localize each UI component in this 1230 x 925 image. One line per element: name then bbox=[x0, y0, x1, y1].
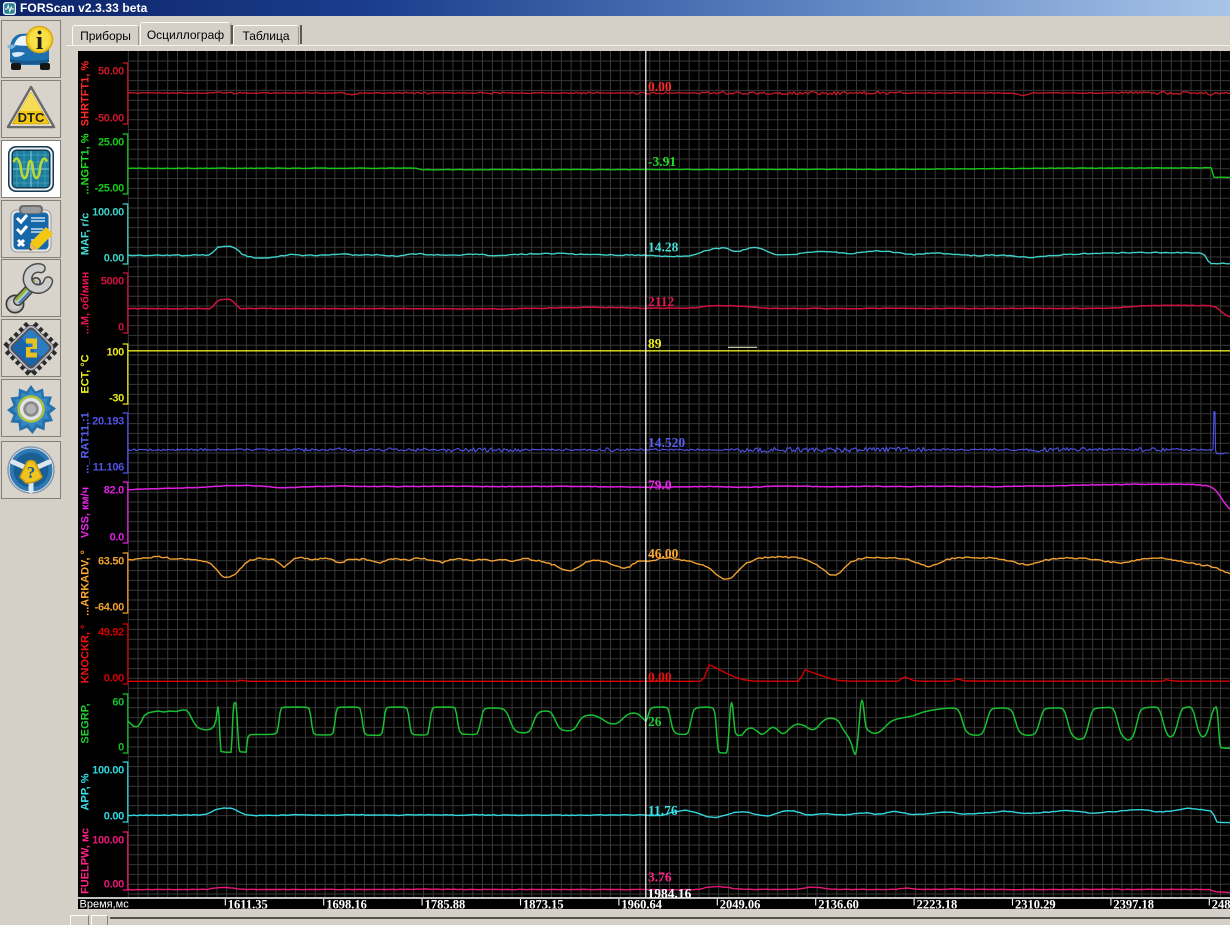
svg-text:MAF, г/с: MAF, г/с bbox=[80, 213, 92, 255]
svg-text:11.76: 11.76 bbox=[648, 803, 678, 818]
svg-text:Время,мс: Время,мс bbox=[80, 899, 130, 910]
svg-text:25.00: 25.00 bbox=[98, 137, 124, 149]
svg-text:3.76: 3.76 bbox=[648, 870, 672, 885]
svg-text:0.00: 0.00 bbox=[104, 673, 124, 685]
svg-text:0.00: 0.00 bbox=[104, 253, 124, 265]
svg-text:2112: 2112 bbox=[648, 294, 675, 309]
svg-text:-30: -30 bbox=[109, 393, 124, 405]
svg-text:1611.35: 1611.35 bbox=[228, 898, 268, 910]
svg-text:2310.29: 2310.29 bbox=[1015, 898, 1056, 910]
svg-text:60: 60 bbox=[112, 697, 124, 709]
svg-text:49.92: 49.92 bbox=[98, 627, 124, 639]
svg-text:5000: 5000 bbox=[101, 276, 124, 288]
svg-text:0: 0 bbox=[118, 742, 124, 754]
svg-text:0.00: 0.00 bbox=[648, 79, 672, 94]
svg-text:SEGRP,: SEGRP, bbox=[80, 703, 92, 743]
svg-text:...М, об/мин: ...М, об/мин bbox=[80, 272, 92, 335]
svg-text:0.00: 0.00 bbox=[104, 811, 124, 823]
svg-text:-50.00: -50.00 bbox=[95, 113, 125, 125]
svg-text:100.00: 100.00 bbox=[92, 765, 124, 777]
svg-text:?: ? bbox=[27, 463, 36, 482]
svg-text:2223.18: 2223.18 bbox=[917, 898, 958, 910]
svg-text:100: 100 bbox=[107, 347, 125, 359]
svg-text:FUELPW, мс: FUELPW, мс bbox=[80, 828, 92, 894]
svg-text:11.106: 11.106 bbox=[93, 462, 124, 474]
svg-text:2049.06: 2049.06 bbox=[720, 898, 761, 910]
svg-text:i: i bbox=[36, 26, 43, 55]
svg-text:-25.00: -25.00 bbox=[95, 183, 125, 195]
svg-text:1873.15: 1873.15 bbox=[523, 898, 564, 910]
svg-text:100.00: 100.00 bbox=[92, 835, 124, 847]
svg-text:0.00: 0.00 bbox=[648, 670, 672, 685]
svg-text:...ARKADV, °: ...ARKADV, ° bbox=[80, 550, 92, 616]
svg-text:APP, %: APP, % bbox=[80, 773, 92, 810]
svg-text:ECT, °С: ECT, °С bbox=[80, 354, 92, 393]
svg-text:1698.16: 1698.16 bbox=[326, 898, 367, 910]
svg-text:1960.64: 1960.64 bbox=[621, 898, 662, 910]
svg-text:2484.25: 2484.25 bbox=[1212, 898, 1230, 910]
svg-text:14.28: 14.28 bbox=[648, 240, 679, 255]
svg-text:2136.60: 2136.60 bbox=[818, 898, 859, 910]
svg-text:VSS, км/ч: VSS, км/ч bbox=[80, 487, 92, 538]
svg-text:26: 26 bbox=[648, 714, 662, 729]
svg-text:-3.91: -3.91 bbox=[648, 154, 676, 169]
svg-text:100.00: 100.00 bbox=[92, 207, 124, 219]
svg-text:20.193: 20.193 bbox=[92, 416, 124, 428]
svg-text:89: 89 bbox=[648, 336, 662, 351]
svg-text:79.0: 79.0 bbox=[648, 478, 672, 493]
svg-text:SHRTFT1, %: SHRTFT1, % bbox=[80, 61, 92, 127]
svg-text:0: 0 bbox=[118, 322, 124, 334]
svg-text:63.50: 63.50 bbox=[98, 556, 124, 568]
svg-text:14.520: 14.520 bbox=[648, 435, 685, 450]
svg-text:DTC: DTC bbox=[18, 110, 45, 125]
svg-text:..._RAT11,:1: ..._RAT11,:1 bbox=[80, 412, 92, 474]
svg-text:...NGFT1, %: ...NGFT1, % bbox=[80, 133, 92, 194]
svg-text:46.00: 46.00 bbox=[648, 546, 679, 561]
svg-text:1785.88: 1785.88 bbox=[425, 898, 466, 910]
svg-text:82.0: 82.0 bbox=[104, 485, 124, 497]
svg-text:2397.18: 2397.18 bbox=[1113, 898, 1154, 910]
svg-text:50.00: 50.00 bbox=[98, 66, 124, 78]
svg-text:KNOCKR, °: KNOCKR, ° bbox=[80, 625, 92, 684]
svg-text:-64.00: -64.00 bbox=[95, 602, 125, 614]
svg-text:0.0: 0.0 bbox=[110, 532, 125, 544]
svg-text:0.00: 0.00 bbox=[104, 879, 124, 891]
